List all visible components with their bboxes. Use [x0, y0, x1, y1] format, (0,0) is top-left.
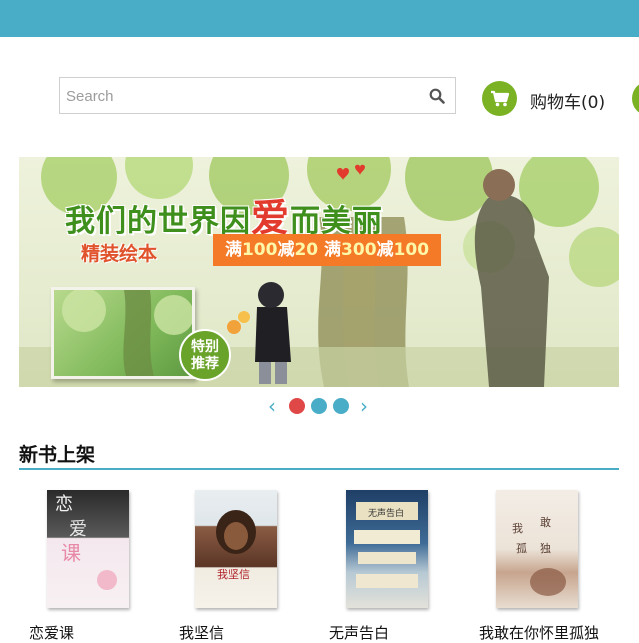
book-cover-art: 恋 爱 课: [55, 493, 117, 590]
book-cover-1[interactable]: 恋 爱 课: [47, 490, 129, 608]
promo-banner[interactable]: 我们的世界因爱而美丽 精装绘本 满100减20 满300减100 特别 推荐: [19, 157, 619, 387]
svg-text:独: 独: [540, 542, 551, 555]
special-recommend-badge: 特别 推荐: [179, 329, 231, 381]
book-cover-2[interactable]: 我坚信: [195, 490, 277, 608]
svg-text:孤: 孤: [516, 542, 527, 555]
promo-discount-strip: 满100减20 满300减100: [213, 234, 441, 266]
svg-text:爱: 爱: [69, 519, 87, 540]
book-cover-4[interactable]: 我 敢 孤 独: [496, 490, 578, 608]
search-box[interactable]: [59, 77, 456, 114]
search-input[interactable]: [66, 86, 421, 106]
section-title-new-books: 新书上架: [19, 444, 96, 466]
svg-text:敢: 敢: [540, 515, 551, 529]
featured-book-cover: [51, 287, 195, 379]
book-cover-3[interactable]: 无声告白: [346, 490, 428, 608]
account-button[interactable]: [632, 81, 639, 116]
book-cover-art: 我坚信: [216, 510, 256, 581]
cart-label[interactable]: 购物车(0): [530, 88, 605, 113]
search-icon[interactable]: [429, 88, 445, 104]
carousel-dot-2[interactable]: [311, 398, 327, 414]
carousel-dot-3[interactable]: [333, 398, 349, 414]
cart-button[interactable]: [482, 81, 517, 116]
carousel-next-icon[interactable]: ›: [357, 396, 371, 416]
svg-text:我: 我: [512, 522, 523, 535]
book-cover-art: 我 敢 孤 独: [512, 515, 566, 596]
book-cover-art: [62, 288, 194, 376]
svg-text:课: 课: [61, 541, 81, 565]
carousel-prev-icon[interactable]: ‹: [265, 396, 279, 416]
book-cover-art: 无声告白: [354, 502, 420, 588]
banner-subtitle: 精装绘本: [81, 243, 158, 265]
svg-text:我坚信: 我坚信: [217, 568, 250, 581]
svg-text:恋: 恋: [55, 493, 73, 515]
carousel-dot-1[interactable]: [289, 398, 305, 414]
shopping-cart-icon: [491, 90, 509, 107]
top-header-bar: [0, 0, 639, 37]
section-divider: [19, 468, 619, 470]
svg-text:无声告白: 无声告白: [368, 507, 404, 519]
